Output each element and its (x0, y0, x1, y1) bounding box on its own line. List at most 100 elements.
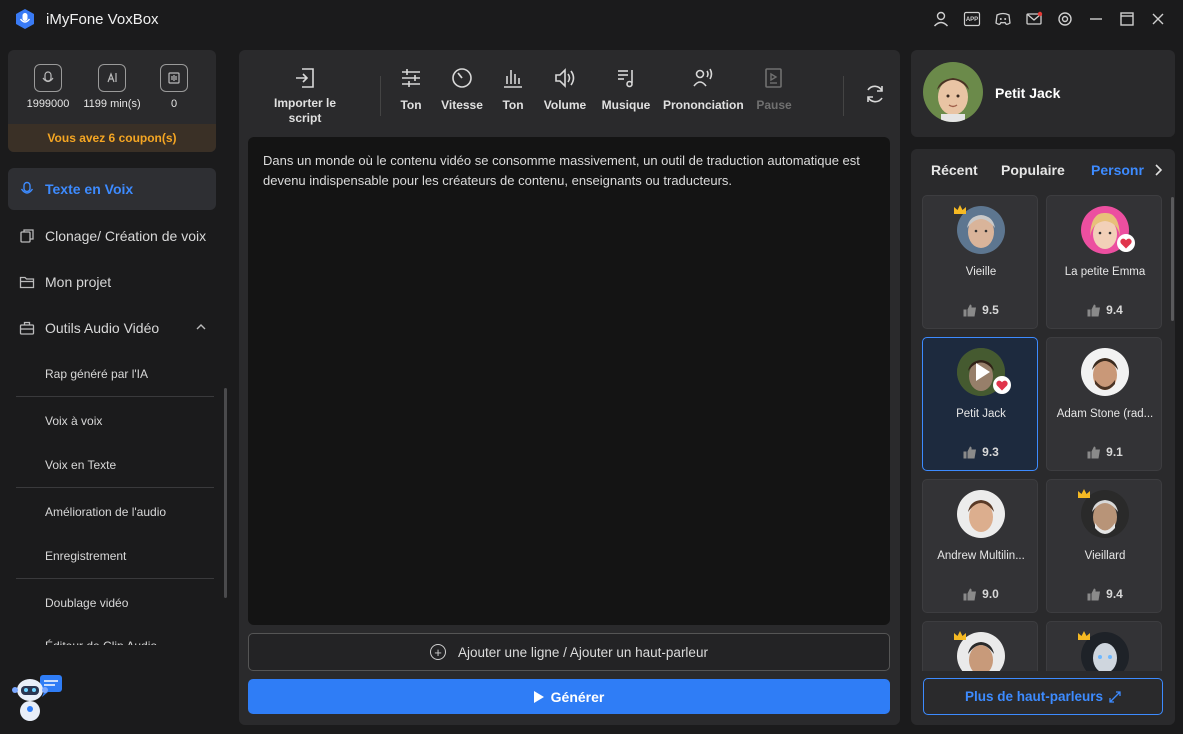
user-icon[interactable] (925, 0, 956, 38)
voice-card[interactable]: Vieillard 9.4 (1046, 479, 1162, 613)
voice-score: 9.1 (1047, 445, 1163, 459)
voice-card[interactable] (922, 621, 1038, 671)
app-logo-icon (16, 9, 34, 29)
chevron-right-icon[interactable] (1151, 163, 1165, 177)
ton-button-1[interactable]: Ton (393, 64, 429, 113)
pause-button[interactable]: Pause (755, 64, 793, 113)
voices-scrollbar[interactable] (1171, 197, 1174, 321)
subnav-voice-to-voice[interactable]: Voix à voix (16, 414, 214, 428)
voice-name: La petite Emma (1064, 266, 1146, 278)
tab-personal[interactable]: Personr (1091, 162, 1144, 178)
speaker-name: Petit Jack (995, 85, 1061, 101)
toolbox-icon (18, 319, 36, 337)
speaker-person-icon (693, 68, 713, 87)
import-label-2: script (288, 111, 322, 125)
ton-button-2[interactable]: Ton (495, 64, 531, 113)
minimize-icon[interactable] (1080, 0, 1111, 38)
heart-icon[interactable] (1117, 234, 1135, 252)
heart-icon[interactable] (993, 376, 1011, 394)
nav-tools[interactable]: Outils Audio Vidéo (8, 307, 216, 349)
voice-card[interactable] (1046, 621, 1162, 671)
volume-icon (555, 68, 575, 88)
mail-icon[interactable] (1018, 0, 1049, 38)
voice-avatar (957, 490, 1005, 538)
nav-tools-label: Outils Audio Vidéo (45, 320, 160, 336)
nav-project[interactable]: Mon projet (8, 261, 216, 303)
discord-icon[interactable] (987, 0, 1018, 38)
sidebar: 1999000 1199 min(s) 0 Vous avez 6 coupon… (0, 38, 228, 734)
voice-name: Petit Jack (956, 408, 1006, 420)
crown-icon (954, 205, 966, 214)
tab-recent[interactable]: Récent (931, 162, 978, 178)
voice-card[interactable]: Adam Stone (rad... 9.1 (1046, 337, 1162, 471)
clips-icon (160, 64, 188, 92)
subnav-clip-editor[interactable]: Éditeur de Clip Audio (16, 639, 214, 645)
crown-icon (1078, 631, 1090, 640)
folder-icon (18, 273, 36, 291)
ton-label-2: Ton (502, 98, 524, 112)
voice-score: 9.4 (1047, 587, 1163, 601)
voice-score: 9.4 (1047, 303, 1163, 317)
chevron-up-icon[interactable] (194, 320, 208, 334)
add-line-button[interactable]: + Ajouter une ligne / Ajouter un haut-pa… (248, 633, 890, 671)
pronunciation-button[interactable]: Prononciation (663, 64, 744, 113)
more-speakers-button[interactable]: Plus de haut-parleurs (923, 678, 1163, 715)
music-button[interactable]: Musique (599, 64, 653, 113)
tab-popular[interactable]: Populaire (1001, 162, 1065, 178)
generate-label: Générer (550, 688, 605, 705)
maximize-icon[interactable] (1111, 0, 1142, 38)
toolbar-divider (843, 76, 844, 116)
divider (16, 396, 214, 397)
clone-icon (18, 227, 36, 245)
settings-icon[interactable] (1049, 0, 1080, 38)
volume-button[interactable]: Volume (541, 64, 589, 113)
voice-score: 9.0 (923, 587, 1039, 601)
sliders-icon (402, 69, 420, 87)
voice-card[interactable]: Vieille 9.5 (922, 195, 1038, 329)
close-icon[interactable] (1142, 0, 1173, 38)
more-speakers-label: Plus de haut-parleurs (964, 689, 1104, 704)
toolbar: Importer le script Ton Vitesse Ton Volume… (239, 50, 900, 136)
nav-project-label: Mon projet (45, 274, 112, 290)
speaker-avatar (923, 62, 983, 122)
selected-speaker-card[interactable]: Petit Jack (911, 50, 1175, 137)
stats-card: 1999000 1199 min(s) 0 Vous avez 6 coupon… (8, 50, 216, 152)
voices-panel: Récent Populaire Personr Vieille 9.5 La … (911, 149, 1175, 725)
voice-score: 9.5 (923, 303, 1039, 317)
speed-button[interactable]: Vitesse (439, 64, 485, 113)
nav-clone[interactable]: Clonage/ Création de voix (8, 215, 216, 257)
generate-button[interactable]: Générer (248, 679, 890, 714)
crown-icon (954, 631, 966, 640)
stat-chars: 1999000 (18, 64, 78, 110)
subnav-audio-enhance[interactable]: Amélioration de l'audio (16, 505, 214, 519)
text-editor[interactable]: Dans un monde où le contenu vidéo se con… (248, 137, 890, 625)
voice-card-selected[interactable]: Petit Jack 9.3 (922, 337, 1038, 471)
import-script-button[interactable]: Importer le script (271, 64, 339, 126)
refresh-icon[interactable] (863, 82, 887, 106)
subnav-voice-to-text[interactable]: Voix en Texte (16, 458, 214, 472)
coupon-banner[interactable]: Vous avez 6 coupon(s) (8, 124, 216, 152)
title-bar: iMyFone VoxBox APP (0, 0, 1183, 38)
volume-label: Volume (543, 98, 587, 112)
play-icon (533, 690, 544, 703)
tts-icon (18, 180, 36, 198)
nav-tts[interactable]: Texte en Voix (8, 168, 216, 210)
voice-card[interactable]: La petite Emma 9.4 (1046, 195, 1162, 329)
thumbs-up-icon (963, 304, 977, 316)
sidebar-scrollbar[interactable] (224, 388, 227, 598)
subnav-rap[interactable]: Rap généré par l'IA (16, 367, 214, 381)
app-icon[interactable]: APP (956, 0, 987, 38)
pause-icon (765, 68, 782, 88)
assistant-robot-icon[interactable] (12, 673, 64, 725)
voice-card[interactable]: Andrew Multilin... 9.0 (922, 479, 1038, 613)
voice-grid: Vieille 9.5 La petite Emma 9.4 Petit Jac… (911, 195, 1175, 671)
toolbar-divider (380, 76, 381, 116)
subnav-recording[interactable]: Enregistrement (16, 549, 214, 563)
subnav-dubbing[interactable]: Doublage vidéo (16, 596, 214, 610)
divider (16, 578, 214, 579)
nav-tts-label: Texte en Voix (45, 181, 134, 197)
voice-score-value: 9.0 (982, 587, 999, 601)
stat-count: 0 (144, 64, 204, 110)
divider (16, 487, 214, 488)
import-label-1: Importer le (273, 96, 336, 110)
